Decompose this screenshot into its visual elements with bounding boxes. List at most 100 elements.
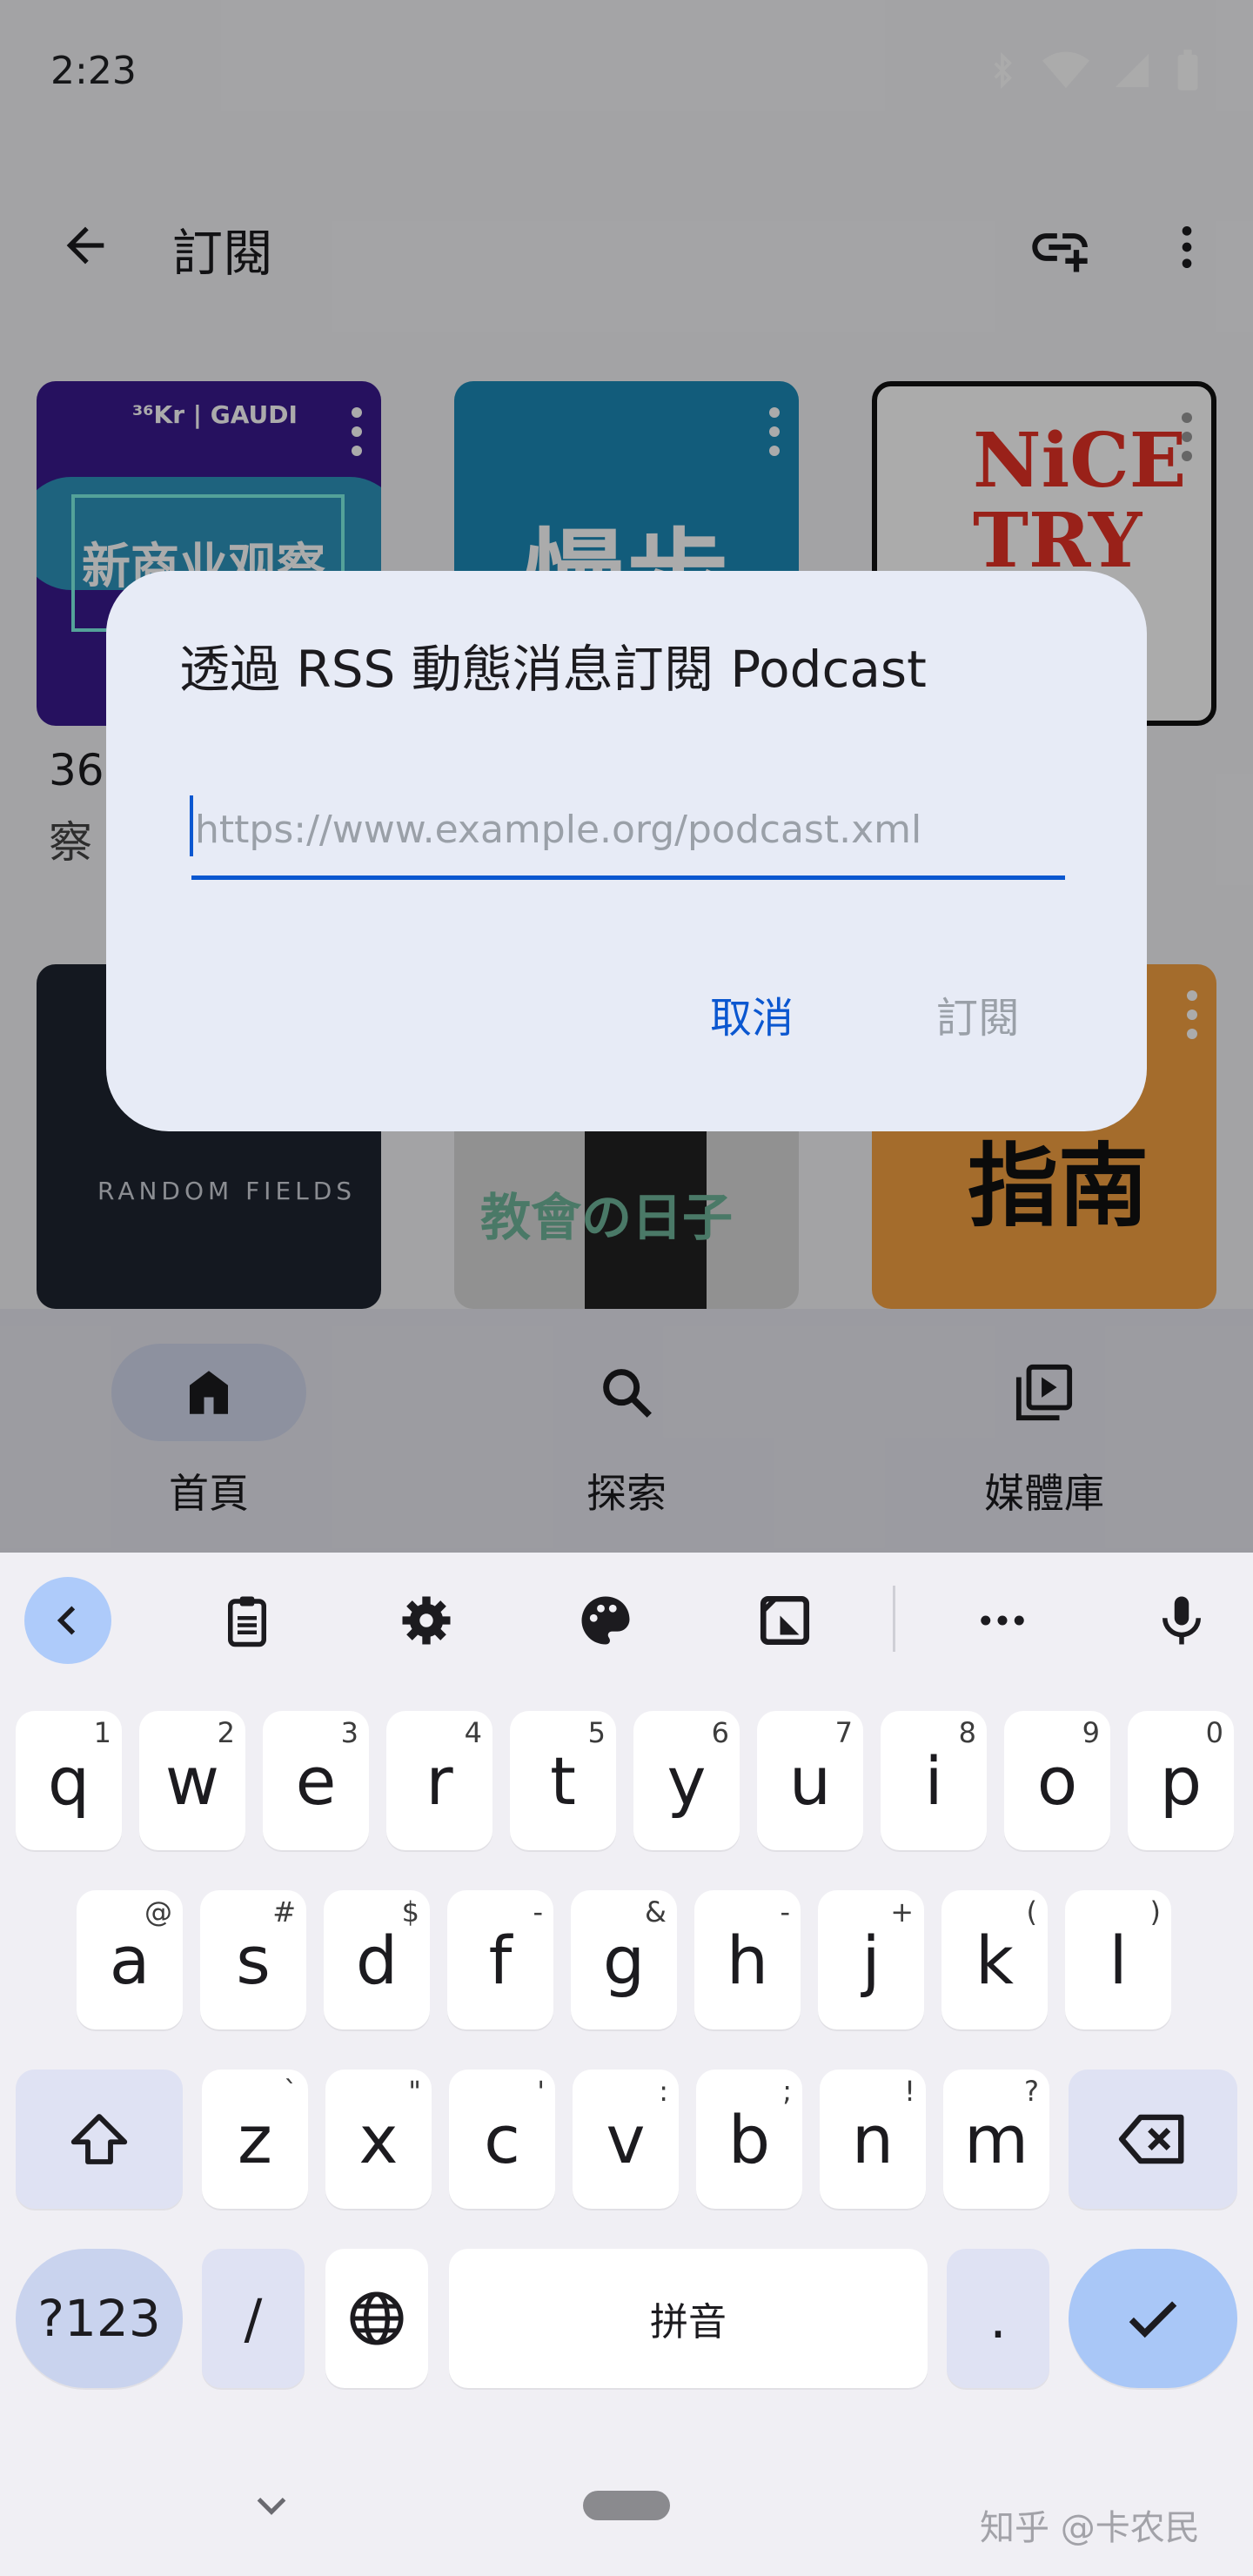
key-e[interactable]: e3 [263,1711,369,1850]
key-hint: 2 [217,1716,235,1749]
key-letter: h [726,1921,769,1999]
keyboard-collapse-toolbar-button[interactable] [24,1577,111,1664]
key-hint: " [408,2075,421,2108]
key-hint: ! [904,2075,915,2108]
key-hint: 9 [1082,1716,1100,1749]
key-letter: m [963,2100,1029,2178]
globe-icon [350,2291,404,2345]
backspace-key[interactable] [1069,2070,1237,2209]
dialog-title: 透過 RSS 動態消息訂閱 Podcast [179,640,927,699]
key-hint: 3 [340,1716,358,1749]
key-letter: n [851,2100,895,2178]
key-t[interactable]: t5 [510,1711,616,1850]
key-hint: : [659,2075,668,2108]
period-key[interactable]: . [947,2249,1049,2388]
key-l[interactable]: l) [1065,1890,1171,2029]
more-toolbar-button[interactable] [959,1577,1046,1664]
key-letter: q [47,1741,90,1820]
key-m[interactable]: m? [943,2070,1049,2209]
key-p[interactable]: p0 [1128,1711,1234,1850]
one-handed-button[interactable] [741,1577,828,1664]
key-x[interactable]: x " [325,2070,432,2209]
key-hint: 4 [464,1716,482,1749]
key-o[interactable]: o9 [1004,1711,1110,1850]
key-z[interactable]: z ` [202,2070,308,2209]
key-j[interactable]: j + [818,1890,924,2029]
key-q[interactable]: q1 [16,1711,122,1850]
space-key[interactable]: 拼音 [449,2249,928,2388]
text-cursor [190,795,193,856]
key-hint: 0 [1205,1716,1223,1749]
key-c[interactable]: c ' [449,2070,555,2209]
key-hint: ? [1024,2075,1039,2108]
key-letter: y [667,1741,707,1820]
key-i[interactable]: i8 [881,1711,987,1850]
more-horiz-icon [981,1615,1024,1626]
clipboard-icon [228,1596,266,1647]
key-letter: g [602,1921,646,1999]
watermark: 知乎 @卡农民 [980,2508,1200,2548]
key-hint: ' [537,2075,545,2108]
key-hint: & [645,1895,667,1929]
clipboard-button[interactable] [204,1577,291,1664]
key-hint: @ [144,1895,172,1929]
key-a[interactable]: a @ [77,1890,183,2029]
key-letter: k [975,1921,1014,1999]
key-y[interactable]: y6 [633,1711,740,1850]
key-letter: w [164,1741,220,1820]
key-n[interactable]: n! [820,2070,926,2209]
key-letter: b [727,2100,771,2178]
key-letter: d [355,1921,399,1999]
check-icon [1129,2301,1177,2338]
key-hint: # [272,1895,296,1929]
key-s[interactable]: s # [200,1890,306,2029]
key-hint: ` [284,2075,298,2108]
key-letter: s [236,1921,271,1999]
key-hint: - [780,1895,790,1929]
key-letter: u [788,1741,832,1820]
key-letter: r [425,1741,453,1820]
key-hint: + [890,1895,914,1929]
key-f[interactable]: f- [447,1890,553,2029]
key-hint: 7 [834,1716,853,1749]
theme-button[interactable] [562,1577,649,1664]
key-u[interactable]: u7 [757,1711,863,1850]
key-letter: f [488,1921,513,1999]
key-g[interactable]: g & [571,1890,677,2029]
key-d[interactable]: d $ [324,1890,430,2029]
key-h[interactable]: h- [694,1890,801,2029]
cancel-button[interactable]: 取消 [687,978,816,1050]
key-letter: l [1109,1921,1128,1999]
voice-input-button[interactable] [1138,1577,1225,1664]
subscribe-button[interactable]: 訂閱 [914,978,1042,1050]
slash-key[interactable]: / [202,2249,305,2388]
gear-icon [402,1596,451,1645]
key-k[interactable]: k( [941,1890,1048,2029]
key-letter: p [1159,1741,1203,1820]
shift-key[interactable] [16,2070,183,2209]
key-letter: o [1036,1741,1078,1820]
done-key[interactable] [1069,2249,1237,2388]
toolbar-divider [893,1586,895,1652]
key-letter: j [861,1921,881,1999]
key-r[interactable]: r4 [386,1711,492,1850]
key-hint: $ [401,1895,419,1929]
hide-keyboard-button[interactable] [249,2482,294,2527]
microphone-icon [1163,1596,1201,1645]
language-key[interactable] [325,2249,428,2388]
key-w[interactable]: w2 [139,1711,245,1850]
key-v[interactable]: v: [573,2070,679,2209]
rss-url-input[interactable] [191,783,1065,880]
gesture-handle[interactable] [583,2491,670,2520]
keyboard-settings-button[interactable] [383,1577,470,1664]
key-hint: ( [1026,1895,1037,1929]
key-hint: 6 [711,1716,729,1749]
key-letter: a [109,1921,151,1999]
key-letter: z [238,2100,272,2178]
key-letter: v [606,2100,646,2178]
symbols-key[interactable]: ?123 [16,2249,183,2388]
soft-keyboard [0,1553,1253,2576]
key-hint: 1 [93,1716,111,1749]
chevron-down-icon [257,2497,286,2515]
key-b[interactable]: b; [696,2070,802,2209]
